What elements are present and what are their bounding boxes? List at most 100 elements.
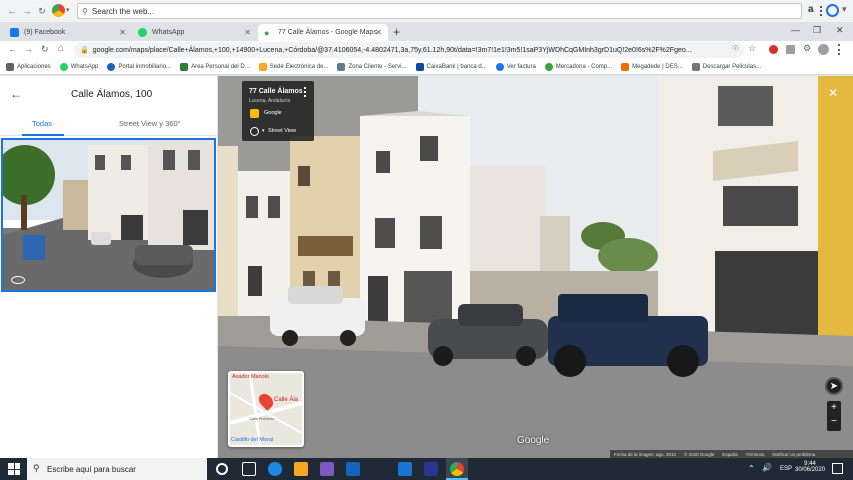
close-icon[interactable]: ✕ (244, 28, 251, 37)
bookmark-item[interactable]: CaixaBank | banca d... (415, 62, 487, 71)
lock-icon: 🔒 (80, 47, 89, 54)
forward-icon[interactable]: → (24, 44, 33, 54)
zoom-out-icon[interactable]: − (831, 416, 837, 427)
menu-dots-icon[interactable] (820, 6, 824, 16)
menu-dots-icon[interactable] (304, 87, 307, 97)
bookmark-label: Mercadona - Comp... (555, 63, 613, 70)
terms-link[interactable]: Términos (746, 452, 765, 457)
tab-whatsapp[interactable]: WhatsApp ✕ (132, 24, 257, 41)
panel-header: ← Calle Álamos, 100 (0, 76, 217, 114)
word-icon[interactable] (424, 462, 438, 476)
bookmark-label: Descargar Peliculas... (702, 63, 762, 70)
extension-red-icon[interactable] (769, 45, 778, 54)
mail-icon[interactable] (346, 462, 360, 476)
taskbar-chrome-button[interactable] (446, 458, 468, 480)
bookmark-item[interactable]: Portal inmobiliario... (107, 62, 171, 71)
bookmark-favicon (495, 62, 504, 71)
web-search-placeholder: Search the web... (91, 6, 155, 16)
notification-icon[interactable] (832, 463, 843, 474)
web-search-bar[interactable]: ⚲ Search the web... (77, 3, 802, 19)
outlook-icon[interactable] (398, 462, 412, 476)
street-label: Calle Perfumes (250, 417, 274, 421)
history-clock-icon[interactable] (250, 127, 259, 136)
chevron-down-icon[interactable]: ▾ (66, 6, 70, 14)
bookmark-label: WhatsApp (70, 63, 99, 70)
tab-street-view[interactable]: Street View y 360° (119, 119, 181, 128)
home-icon[interactable]: ⌂ (58, 43, 64, 54)
address-bar-row: ← → ↻ ⌂ 🔒 google.com/maps/place/Calle+Ál… (0, 41, 853, 59)
reload-icon[interactable]: ↻ (41, 44, 49, 55)
cortana-icon[interactable] (216, 463, 228, 475)
mini-map[interactable]: Asador Manolo Calle Ála Calle Perfumes C… (228, 371, 304, 447)
panel-title: Calle Álamos, 100 (71, 89, 153, 100)
chevron-down-icon[interactable]: ▾ (262, 128, 265, 134)
extension-grey-icon[interactable] (786, 45, 795, 54)
font-icon[interactable]: a (808, 4, 814, 15)
menu-dots-icon[interactable] (838, 44, 841, 55)
poi-label: Asador Manolo (232, 374, 269, 380)
close-icon[interactable]: ✕ (119, 28, 126, 37)
street-view-thumbnail[interactable] (1, 138, 216, 292)
panel-tabs: Todas Street View y 360° (0, 114, 217, 136)
clock[interactable]: 9:44 30/06/2020 (795, 461, 825, 473)
back-icon[interactable]: ← (8, 44, 17, 54)
chrome-icon (450, 462, 464, 476)
taskbar-search-box[interactable]: ⚲ Escribe aquí para buscar (27, 458, 207, 480)
bookmark-favicon (691, 62, 700, 71)
bookmark-label: Ver factura (506, 63, 536, 70)
windows-start-icon[interactable] (8, 463, 20, 475)
volume-icon[interactable]: 🔊 (762, 463, 772, 472)
tray-chevron-icon[interactable]: ⌃ (748, 464, 755, 473)
country-link[interactable]: España (722, 452, 737, 457)
bookmark-item[interactable]: Descargar Peliculas... (691, 62, 762, 71)
tab-google-maps[interactable]: ● 77 Calle Álamos - Google Maps ✕ (258, 24, 388, 41)
new-tab-icon[interactable]: + (393, 25, 400, 39)
bookmark-item[interactable]: Sede Electrónica de... (258, 62, 328, 71)
bookmark-label: Megadede | DES... (632, 63, 683, 70)
tab-label: (9) Facebook (24, 29, 66, 36)
bookmark-label: CaixaBank | banca d... (426, 63, 487, 70)
tab-indicator (22, 134, 64, 136)
restore-icon[interactable]: ❐ (813, 25, 821, 36)
tab-facebook[interactable]: (9) Facebook ✕ (4, 24, 132, 41)
bookmark-favicon (337, 62, 346, 71)
edge-icon[interactable] (268, 462, 282, 476)
zoom-in-icon[interactable]: + (831, 402, 837, 413)
window-close-icon[interactable]: ✕ (836, 25, 844, 36)
forward-icon[interactable]: → (20, 4, 34, 18)
location-subtitle: Lucena, Andalucía (249, 98, 291, 104)
google-watermark: Google (517, 435, 550, 446)
bookmark-favicon (180, 62, 189, 71)
store-icon[interactable] (320, 462, 334, 476)
bookmark-item[interactable]: Ver factura (495, 62, 536, 71)
close-icon[interactable]: ✕ (828, 86, 838, 100)
language-label[interactable]: ESP (780, 466, 792, 472)
file-explorer-icon[interactable] (294, 462, 308, 476)
bookmark-item[interactable]: Mercadona - Comp... (544, 62, 613, 71)
avatar[interactable] (818, 44, 829, 55)
minimize-icon[interactable]: — (791, 25, 800, 35)
reload-icon[interactable]: ↻ (35, 4, 49, 18)
bookmark-item[interactable]: Aplicaciones (6, 62, 51, 71)
zoom-icon[interactable]: ☉ (732, 44, 739, 53)
tab-all[interactable]: Todas (32, 119, 52, 128)
chrome-logo-icon (52, 4, 65, 17)
task-view-icon[interactable] (242, 462, 256, 476)
date-text: 30/06/2020 (795, 467, 826, 473)
bookmark-item[interactable]: WhatsApp (59, 62, 99, 71)
puzzle-icon[interactable]: ⚙ (803, 43, 811, 54)
taskbar-search-placeholder: Escribe aquí para buscar (47, 464, 136, 474)
chevron-down-icon[interactable]: ▾ (842, 4, 847, 15)
report-link[interactable]: Notificar un problema (772, 452, 815, 457)
extension-icon[interactable] (826, 4, 839, 17)
url-field[interactable]: 🔒 google.com/maps/place/Calle+Álamos,+10… (74, 42, 744, 58)
close-icon[interactable]: ✕ (375, 28, 382, 37)
back-icon[interactable]: ← (5, 4, 19, 18)
bookmark-item[interactable]: Megadede | DES... (621, 62, 683, 71)
compass-icon[interactable]: ➤ (825, 377, 843, 395)
bookmark-item[interactable]: Zona Cliente - Servi... (337, 62, 407, 71)
bookmark-item[interactable]: Area Personal del D... (180, 62, 250, 71)
star-icon[interactable]: ☆ (748, 43, 756, 54)
browser-top-bar: ← → ↻ ▾ ⚲ Search the web... a ▾ (0, 0, 853, 22)
back-arrow-icon[interactable]: ← (10, 87, 22, 101)
